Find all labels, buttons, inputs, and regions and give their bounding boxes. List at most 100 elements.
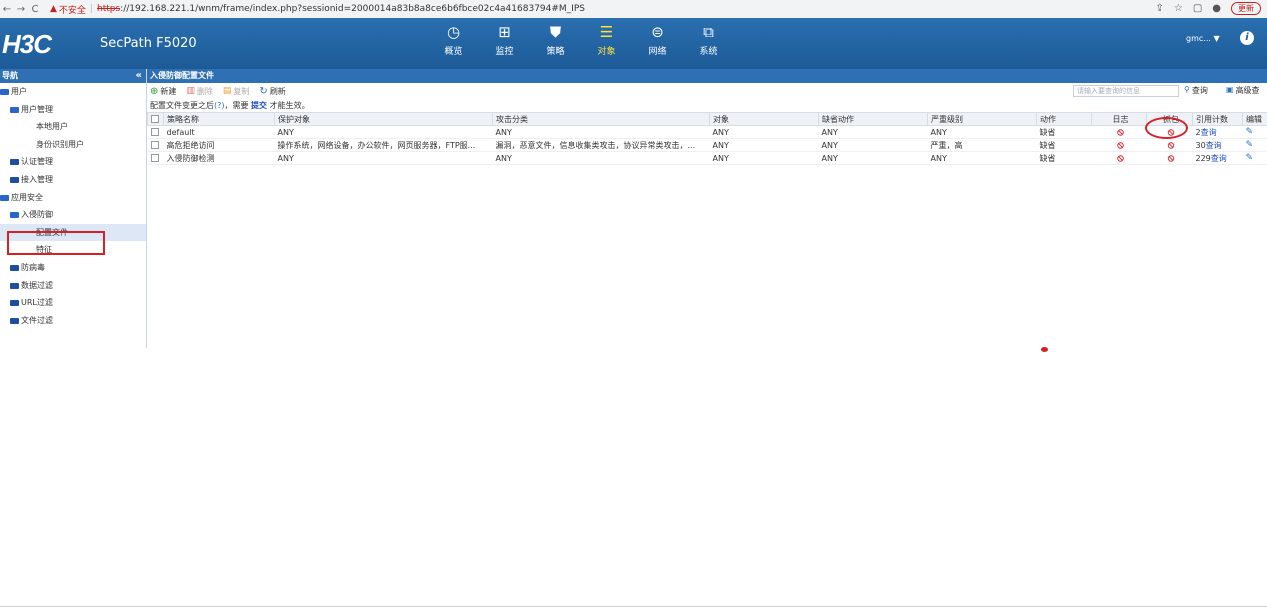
table-row[interactable]: default ANY ANY ANY ANY ANY 缺省 ⦸ ⦸ 2查询 ✎	[147, 125, 1267, 139]
collapse-icon[interactable]: «	[136, 69, 142, 83]
folder-icon	[10, 317, 19, 324]
code-window-icon: ⧉	[703, 23, 714, 41]
advanced-search-button[interactable]: ▣ 高级查	[1226, 85, 1260, 96]
profile-icon[interactable]: ●	[1212, 3, 1221, 14]
disabled-capture-icon: ⦸	[1167, 152, 1175, 164]
cell-severity: 严重，高	[927, 138, 1037, 152]
url-scheme: https	[96, 4, 121, 14]
warning-icon: ▲	[50, 4, 57, 14]
col-attack-category[interactable]: 攻击分类	[492, 112, 710, 126]
sidebar-item-user-management[interactable]: 用户管理	[0, 101, 146, 119]
update-button[interactable]: 更新	[1231, 2, 1261, 15]
sidebar-item-file-filter[interactable]: 文件过滤	[0, 312, 146, 330]
disabled-capture-icon: ⦸	[1167, 139, 1175, 151]
window-icon[interactable]: ▢	[1193, 3, 1202, 14]
forward-icon[interactable]: →	[14, 4, 28, 15]
nav-overview[interactable]: ◷ 概览	[428, 22, 479, 57]
cell-object: ANY	[709, 151, 819, 165]
col-ref-count[interactable]: 引用计数	[1192, 112, 1243, 126]
col-policy-name[interactable]: 策略名称	[163, 112, 275, 126]
table-header: 策略名称 保护对象 攻击分类 对象 缺省动作 严重级别 动作 日志 抓包 引用计…	[147, 112, 1267, 126]
search-button[interactable]: ⚲ 查询	[1184, 85, 1208, 96]
help-icon[interactable]: (?)	[214, 101, 225, 110]
refresh-button[interactable]: ↻ 刷新	[259, 86, 285, 97]
advanced-search-icon: ▣	[1226, 85, 1234, 94]
col-log[interactable]: 日志	[1091, 112, 1147, 126]
cell-action: 缺省	[1036, 138, 1092, 152]
sidebar-item-app-security[interactable]: 应用安全	[0, 189, 146, 207]
query-link[interactable]: 查询	[1211, 154, 1227, 163]
row-checkbox[interactable]	[147, 138, 164, 152]
col-severity[interactable]: 严重级别	[927, 112, 1037, 126]
cell-action: 缺省	[1036, 151, 1092, 165]
object-stack-icon: ☰	[599, 23, 614, 41]
query-link[interactable]: 查询	[1201, 128, 1217, 137]
cell-severity: ANY	[927, 151, 1037, 165]
col-default-action[interactable]: 缺省动作	[818, 112, 928, 126]
query-link[interactable]: 查询	[1206, 141, 1222, 150]
nav-network[interactable]: ⊜ 网络	[632, 22, 683, 57]
cell-attack: ANY	[492, 151, 710, 165]
add-icon: ⊕	[150, 85, 159, 97]
share-icon[interactable]: ⇪	[1155, 3, 1163, 14]
edit-icon[interactable]: ✎	[1246, 140, 1254, 150]
edit-icon[interactable]: ✎	[1246, 127, 1254, 137]
delete-button[interactable]: ▥ 删除	[186, 86, 213, 97]
info-icon[interactable]: i	[1240, 31, 1254, 45]
highlight-box	[7, 231, 105, 255]
folder-open-icon	[10, 106, 19, 113]
search-icon: ⚲	[1184, 85, 1190, 94]
h3c-logo: H3C	[2, 29, 52, 59]
row-checkbox[interactable]	[147, 151, 164, 165]
shield-icon: ⛊	[549, 23, 562, 41]
sidebar-item-data-filter[interactable]: 数据过滤	[0, 277, 146, 295]
new-button[interactable]: ⊕ 新建	[150, 86, 176, 97]
sidebar-item-url-filter[interactable]: URL过滤	[0, 294, 146, 312]
copy-button[interactable]: ▤ 复制	[223, 86, 250, 97]
edit-icon[interactable]: ✎	[1246, 153, 1254, 163]
reload-icon[interactable]: C	[28, 4, 42, 15]
address-bar[interactable]: ▲ 不安全 | https ://192.168.221.1/wnm/frame…	[50, 3, 585, 16]
table-row[interactable]: 入侵防御检测 ANY ANY ANY ANY ANY 缺省 ⦸ ⦸ 229查询 …	[147, 151, 1267, 165]
cell-attack: 漏洞，恶意文件，信息收集类攻击，协议异常类攻击，...	[492, 138, 710, 152]
ref-count: 30	[1195, 140, 1206, 150]
bookmark-star-icon[interactable]: ☆	[1174, 3, 1183, 14]
nav-system[interactable]: ⧉ 系统	[683, 22, 734, 57]
sidebar-item-identity-user[interactable]: 身份识别用户	[0, 136, 146, 154]
back-icon[interactable]: ←	[0, 4, 14, 15]
sidebar-item-local-user[interactable]: 本地用户	[0, 118, 146, 136]
sidebar-item-antivirus[interactable]: 防病毒	[0, 259, 146, 277]
nav-object[interactable]: ☰ 对象	[581, 22, 632, 57]
sidebar-header: 导航 «	[0, 69, 146, 83]
sidebar-item-ips[interactable]: 入侵防御	[0, 206, 146, 224]
search-input[interactable]: 请输入要查询的信息	[1073, 85, 1179, 97]
cell-protect: ANY	[274, 125, 493, 139]
disabled-log-icon: ⦸	[1117, 152, 1124, 164]
page-title: 入侵防御配置文件	[147, 69, 1267, 83]
cell-default-action: ANY	[818, 125, 928, 139]
user-menu[interactable]: gmc... ▼	[1186, 34, 1220, 43]
table-row[interactable]: 高危拒绝访问 操作系统，网络设备，办公软件，网页服务器，FTP服... 漏洞，恶…	[147, 138, 1267, 152]
cell-name: 高危拒绝访问	[163, 138, 275, 152]
submit-link[interactable]: 提交	[251, 101, 267, 110]
sidebar-item-user[interactable]: 用户	[0, 83, 146, 101]
cell-default-action: ANY	[818, 138, 928, 152]
sidebar-item-auth-management[interactable]: 认证管理	[0, 153, 146, 171]
nav-policy[interactable]: ⛊ 策略	[530, 22, 581, 57]
col-action[interactable]: 动作	[1036, 112, 1092, 126]
folder-icon	[10, 282, 19, 289]
sidebar-item-access-management[interactable]: 接入管理	[0, 171, 146, 189]
col-protect-object[interactable]: 保护对象	[274, 112, 493, 126]
gauge-icon: ◷	[446, 23, 461, 41]
row-checkbox[interactable]	[147, 125, 164, 139]
hint-text: 配置文件变更之后(?)，需要 提交 才能生效。	[150, 101, 310, 110]
folder-icon	[10, 300, 19, 307]
select-all-checkbox[interactable]	[147, 112, 164, 126]
profile-table: 策略名称 保护对象 攻击分类 对象 缺省动作 严重级别 动作 日志 抓包 引用计…	[147, 112, 1267, 165]
top-nav: ◷ 概览 ⊞ 监控 ⛊ 策略 ☰ 对象 ⊜ 网络 ⧉ 系统	[428, 22, 734, 57]
folder-icon	[10, 264, 19, 271]
col-object[interactable]: 对象	[709, 112, 819, 126]
nav-monitor[interactable]: ⊞ 监控	[479, 22, 530, 57]
divider	[0, 606, 1267, 607]
url-text: ://192.168.221.1/wnm/frame/index.php?ses…	[120, 4, 585, 14]
